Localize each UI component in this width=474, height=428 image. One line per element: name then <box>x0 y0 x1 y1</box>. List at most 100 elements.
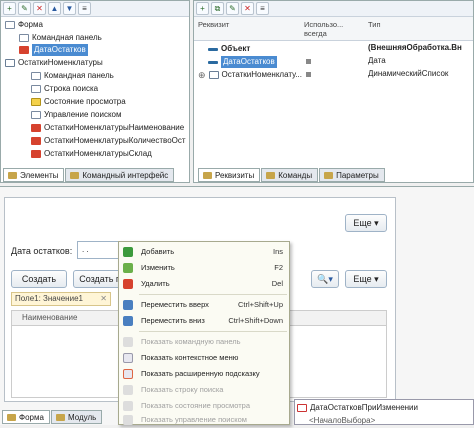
requisite-row[interactable]: Объект <box>208 43 250 55</box>
list-item[interactable]: ДатаОстатковПриИзменении <box>297 402 418 414</box>
command-panel-icon <box>19 34 29 42</box>
tab-command-interface[interactable]: Командный интерфейс <box>65 168 175 182</box>
tab-form[interactable]: Форма <box>2 410 50 424</box>
more-button[interactable]: Еще ▾ <box>345 214 387 232</box>
context-menu: Добавить Ins Изменить F2 Удалить Del Переме… <box>118 241 290 425</box>
copy-icon[interactable]: ⧉ <box>211 2 224 15</box>
command-panel-icon <box>123 337 133 347</box>
elements-tabs: Элементы Командный интерфейс <box>3 168 175 182</box>
more-button-2[interactable]: Еще ▾ <box>345 270 387 288</box>
list-item[interactable]: <НачалоВыбора> <box>309 415 375 427</box>
field-icon <box>31 137 41 145</box>
tab-parameters[interactable]: Параметры <box>319 168 385 182</box>
column-type[interactable]: Тип <box>368 20 381 29</box>
elements-tab-icon <box>8 172 17 179</box>
requisites-tabs: Реквизиты Команды Параметры <box>198 168 385 182</box>
command-panel-icon <box>31 72 41 80</box>
checkbox-icon[interactable] <box>306 59 311 64</box>
column-always-used[interactable]: Использо... всегда <box>304 20 364 38</box>
requisites-header: Реквизит Использо... всегда Тип <box>194 17 473 41</box>
delete-icon[interactable]: ✕ <box>241 2 254 15</box>
menu-separator <box>139 331 287 332</box>
search-control-icon <box>123 415 133 425</box>
add-icon <box>123 247 133 257</box>
tab-module[interactable]: Модуль <box>50 410 103 424</box>
tooltip-icon <box>123 369 133 379</box>
view-state-icon <box>123 401 133 411</box>
field-icon <box>19 46 29 54</box>
menu-item-show-context-menu[interactable]: Показать контекстное меню <box>119 350 289 366</box>
commands-tab-icon <box>266 172 276 179</box>
elements-panel: + ✎ ✕ ▲ ▼ ≡ Форма Командная панель ДатаО… <box>0 0 190 183</box>
requisite-type: (ВнешняяОбработка.Вн <box>368 43 462 52</box>
tree-item[interactable]: Состояние просмотра <box>31 96 126 108</box>
expand-icon[interactable]: ⊕ <box>198 69 206 81</box>
requisite-type: ДинамическийСписок <box>368 69 449 78</box>
procedure-icon <box>297 404 307 412</box>
close-icon[interactable]: ✕ <box>100 293 107 305</box>
menu-item-show-tooltip[interactable]: Показать расширенную подсказку <box>119 366 289 382</box>
add-icon[interactable]: + <box>196 2 209 15</box>
attribute-icon <box>208 60 218 64</box>
move-down-icon[interactable]: ▼ <box>63 2 76 15</box>
requisite-row[interactable]: ⊕ ОстаткиНоменклату... <box>198 69 302 81</box>
delete-icon[interactable]: ✕ <box>33 2 46 15</box>
table-icon <box>208 71 219 79</box>
column-name[interactable]: Наименование <box>22 313 77 322</box>
edit-icon[interactable]: ✎ <box>18 2 31 15</box>
tree-item[interactable]: ДатаОстатков <box>19 44 88 56</box>
menu-item-delete[interactable]: Удалить Del <box>119 276 289 292</box>
menu-item-add[interactable]: Добавить Ins <box>119 244 289 260</box>
edit-icon[interactable]: ✎ <box>226 2 239 15</box>
arrow-up-icon <box>123 300 133 310</box>
search-string-icon <box>123 385 133 395</box>
tree-item[interactable]: Управление поиском <box>31 109 121 121</box>
menu-separator <box>139 294 287 295</box>
create-button[interactable]: Создать <box>11 270 67 288</box>
field-icon <box>31 150 41 158</box>
move-up-icon[interactable]: ▲ <box>48 2 61 15</box>
tree-item[interactable]: Командная панель <box>19 32 102 44</box>
search-button[interactable]: 🔍▾ <box>311 270 339 288</box>
form-tab-icon <box>7 414 16 421</box>
tab-elements[interactable]: Элементы <box>3 168 65 182</box>
menu-icon[interactable]: ≡ <box>78 2 91 15</box>
command-interface-tab-icon <box>70 172 80 179</box>
requisites-toolbar: + ⧉ ✎ ✕ ≡ <box>194 1 473 17</box>
event-handler-list: ДатаОстатковПриИзменении <НачалоВыбора> <box>294 399 474 425</box>
requisites-panel: + ⧉ ✎ ✕ ≡ Реквизит Использо... всегда Ти… <box>193 0 474 183</box>
arrow-down-icon <box>123 316 133 326</box>
search-string-icon <box>31 85 41 93</box>
tree-item[interactable]: Командная панель <box>31 70 114 82</box>
filter-tag[interactable]: Поле1: Значение1 ✕ <box>11 292 111 306</box>
checkbox-icon[interactable] <box>306 72 311 77</box>
menu-item-show-search-control: Показать управление поиском <box>119 412 289 428</box>
tree-item[interactable]: ОстаткиНоменклатурыСклад <box>31 148 152 160</box>
menu-item-edit[interactable]: Изменить F2 <box>119 260 289 276</box>
context-menu-icon <box>123 353 133 363</box>
tab-commands[interactable]: Команды <box>261 168 319 182</box>
column-requisite[interactable]: Реквизит <box>198 20 229 29</box>
menu-item-move-up[interactable]: Переместить вверх Ctrl+Shift+Up <box>119 297 289 313</box>
form-tabs: Форма Модуль <box>2 410 103 424</box>
tree-item[interactable]: ОстаткиНоменклатурыНаименование <box>31 122 184 134</box>
field-icon <box>31 124 41 132</box>
date-label: Дата остатков: <box>11 246 73 256</box>
module-tab-icon <box>55 414 65 421</box>
tree-item[interactable]: ОстаткиНоменклатурыКоличествоОст <box>31 135 186 147</box>
requisite-type: Дата <box>368 56 386 65</box>
requisite-row[interactable]: ДатаОстатков <box>208 56 277 68</box>
parameters-tab-icon <box>324 172 334 179</box>
add-icon[interactable]: + <box>3 2 16 15</box>
edit-icon <box>123 263 133 273</box>
menu-icon[interactable]: ≡ <box>256 2 269 15</box>
tree-item[interactable]: ОстаткиНоменклатуры <box>5 57 103 69</box>
menu-item-move-down[interactable]: Переместить вниз Ctrl+Shift+Down <box>119 313 289 329</box>
delete-icon <box>123 279 133 289</box>
form-icon <box>5 21 15 29</box>
tree-item-form[interactable]: Форма <box>5 19 43 31</box>
tab-requisites[interactable]: Реквизиты <box>198 168 261 182</box>
tree-item[interactable]: Строка поиска <box>31 83 98 95</box>
requisites-tab-icon <box>203 172 212 179</box>
elements-toolbar: + ✎ ✕ ▲ ▼ ≡ <box>1 1 189 17</box>
